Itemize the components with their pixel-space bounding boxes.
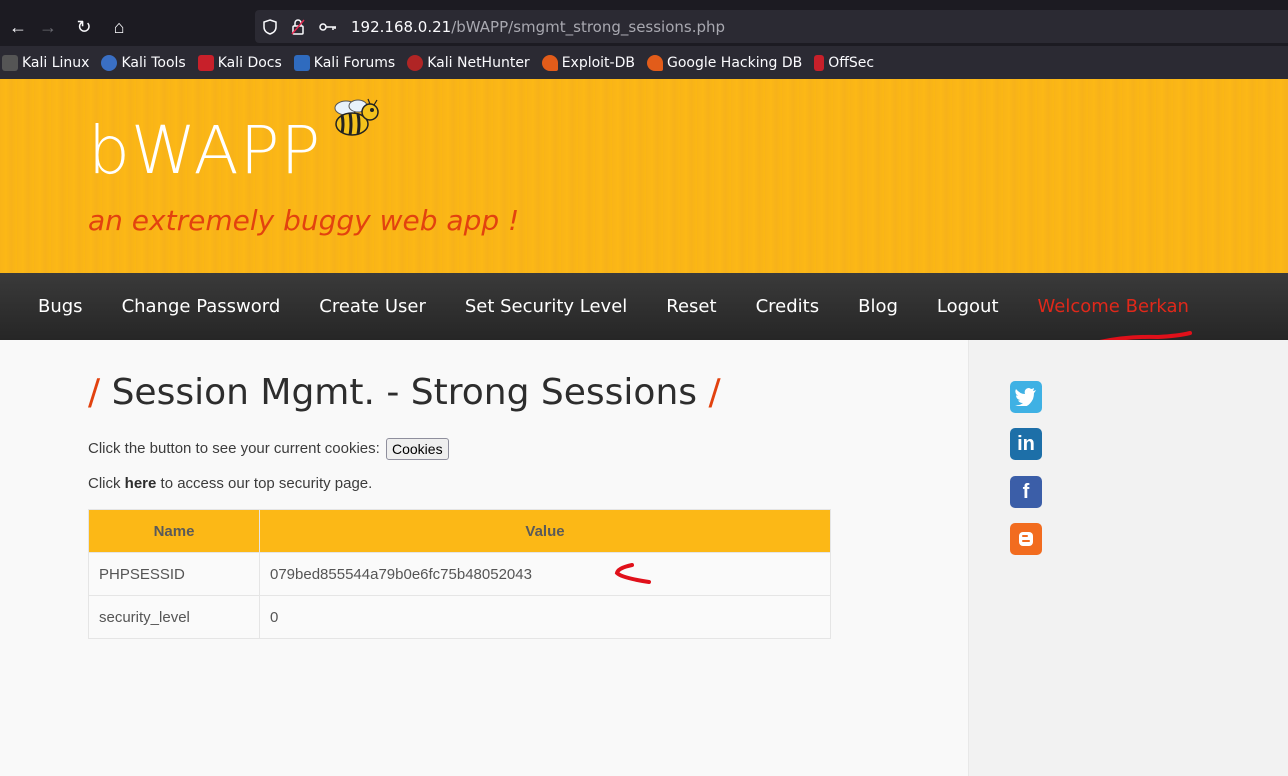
site-tagline: an extremely buggy web app ! bbox=[88, 204, 520, 237]
browser-toolbar: ← → ↻ ⌂ 192.168.0.21/bWAPP/smgmt_strong_… bbox=[0, 0, 1288, 46]
bookmark-label: OffSec bbox=[828, 54, 875, 71]
column-header-name: Name bbox=[88, 509, 260, 553]
red-arrow-annotation bbox=[614, 563, 651, 584]
main-menu: Bugs Change Password Create User Set Sec… bbox=[0, 273, 1288, 340]
cookies-button[interactable]: Cookies bbox=[385, 438, 449, 460]
offsec-icon bbox=[814, 54, 825, 71]
bookmark-label: Kali Linux bbox=[22, 54, 90, 71]
bookmark-kali-tools[interactable]: Kali Tools bbox=[101, 54, 186, 71]
url-text[interactable]: 192.168.0.21/bWAPP/smgmt_strong_sessions… bbox=[351, 18, 725, 36]
welcome-user: Welcome Berkan bbox=[1037, 296, 1189, 317]
bookmark-label: Google Hacking DB bbox=[666, 54, 803, 71]
linkedin-icon[interactable]: in bbox=[1010, 428, 1042, 460]
url-host: 192.168.0.21 bbox=[351, 17, 452, 36]
facebook-icon[interactable]: f bbox=[1010, 476, 1042, 508]
menu-create-user[interactable]: Create User bbox=[319, 296, 426, 317]
cookies-table: Name Value PHPSESSID 079bed855544a79b0e6… bbox=[88, 509, 831, 639]
bookmark-kali-forums[interactable]: Kali Forums bbox=[293, 54, 396, 71]
table-header-row: Name Value bbox=[88, 509, 831, 553]
bookmark-offsec[interactable]: OffSec bbox=[814, 54, 875, 71]
ghdb-icon bbox=[646, 54, 663, 71]
table-row: PHPSESSID 079bed855544a79b0e6fc75b480520… bbox=[88, 552, 831, 596]
bookmark-label: Exploit-DB bbox=[561, 54, 635, 71]
menu-set-security-level[interactable]: Set Security Level bbox=[465, 296, 627, 317]
blogger-icon[interactable] bbox=[1010, 523, 1042, 555]
security-page-paragraph: Click here to access our top security pa… bbox=[88, 475, 372, 492]
cookie-value-cell: 079bed855544a79b0e6fc75b48052043 bbox=[259, 552, 831, 596]
key-icon[interactable] bbox=[319, 21, 337, 33]
cookie-name-cell: PHPSESSID bbox=[88, 552, 260, 596]
exploit-db-icon bbox=[541, 54, 558, 71]
bookmarks-bar: Kali Linux Kali Tools Kali Docs Kali For… bbox=[0, 46, 1288, 79]
here-link[interactable]: here bbox=[125, 475, 157, 492]
page-title-text: Session Mgmt. - Strong Sessions bbox=[111, 372, 698, 413]
kali-docs-icon bbox=[197, 54, 214, 71]
bookmark-kali-linux[interactable]: Kali Linux bbox=[2, 54, 90, 71]
bookmark-label: Kali Docs bbox=[217, 54, 282, 71]
cookies-paragraph: Click the button to see your current coo… bbox=[88, 438, 449, 460]
twitter-icon[interactable] bbox=[1010, 381, 1042, 413]
cookies-text: Click the button to see your current coo… bbox=[88, 439, 380, 457]
menu-change-password[interactable]: Change Password bbox=[122, 296, 281, 317]
kali-nethunter-icon bbox=[407, 54, 424, 71]
address-bar[interactable]: 192.168.0.21/bWAPP/smgmt_strong_sessions… bbox=[255, 10, 1288, 43]
bookmark-label: Kali Forums bbox=[313, 54, 396, 71]
insecure-lock-icon[interactable] bbox=[291, 18, 305, 35]
kali-forums-icon bbox=[293, 54, 310, 71]
bookmark-exploit-db[interactable]: Exploit-DB bbox=[541, 54, 635, 71]
menu-bugs[interactable]: Bugs bbox=[38, 296, 83, 317]
kali-tools-icon bbox=[101, 54, 118, 71]
reload-icon[interactable]: ↻ bbox=[66, 9, 102, 45]
site-logo[interactable]: bWAPP bbox=[88, 112, 321, 189]
menu-blog[interactable]: Blog bbox=[858, 296, 898, 317]
url-path: /bWAPP/smgmt_strong_sessions.php bbox=[451, 17, 726, 36]
bookmark-kali-docs[interactable]: Kali Docs bbox=[197, 54, 282, 71]
bookmark-label: Kali NetHunter bbox=[427, 54, 530, 71]
bookmark-kali-nethunter[interactable]: Kali NetHunter bbox=[407, 54, 530, 71]
bookmark-google-hacking-db[interactable]: Google Hacking DB bbox=[646, 54, 803, 71]
page-title: / Session Mgmt. - Strong Sessions / bbox=[88, 372, 721, 413]
menu-reset[interactable]: Reset bbox=[666, 296, 716, 317]
bookmark-label: Kali Tools bbox=[121, 54, 186, 71]
kali-dragon-icon bbox=[2, 54, 18, 71]
shield-icon[interactable] bbox=[263, 18, 277, 35]
title-slash-left: / bbox=[88, 372, 112, 413]
table-row: security_level 0 bbox=[88, 595, 831, 639]
title-slash-right: / bbox=[697, 372, 721, 413]
site-header: bWAPP an extremely buggy web app ! bbox=[0, 79, 1288, 273]
forward-icon[interactable]: → bbox=[30, 9, 66, 45]
column-header-value: Value bbox=[259, 509, 831, 553]
menu-logout[interactable]: Logout bbox=[937, 296, 999, 317]
cookie-value-cell: 0 bbox=[259, 595, 831, 639]
bee-icon bbox=[334, 98, 379, 136]
click-text: Click bbox=[88, 475, 121, 492]
access-text: to access our top security page. bbox=[160, 475, 373, 492]
menu-credits[interactable]: Credits bbox=[756, 296, 820, 317]
home-icon[interactable]: ⌂ bbox=[101, 9, 137, 45]
cookie-name-cell: security_level bbox=[88, 595, 260, 639]
